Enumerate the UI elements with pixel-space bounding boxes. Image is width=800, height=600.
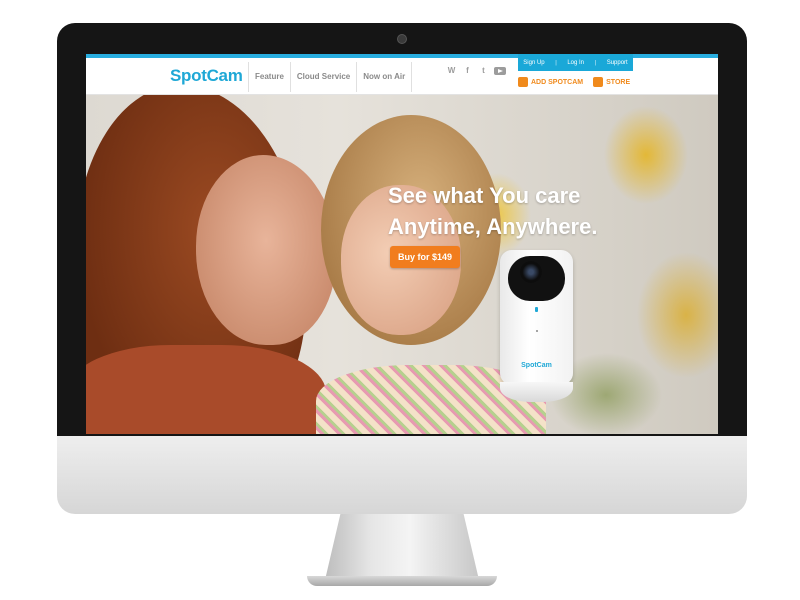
twitter-icon[interactable]: t [478,65,489,76]
weibo-icon[interactable]: W [446,65,457,76]
account-bar: Sign Up | Log In | Support [518,54,633,71]
separator: | [594,59,597,66]
youtube-icon[interactable] [494,67,506,75]
hero-headline: See what You care Anytime, Anywhere. [388,180,597,242]
webcam-icon [397,34,407,44]
hero-banner: See what You care Anytime, Anywhere. Buy… [86,95,718,434]
social-links: W f t [446,65,506,76]
monitor-chin [57,436,747,514]
log-in-link[interactable]: Log In [567,60,584,66]
imac-monitor: SpotCam Feature Cloud Service Now on Air… [57,23,747,586]
add-spotcam-label: ADD SPOTCAM [531,78,584,86]
facebook-icon[interactable]: f [462,65,473,76]
store-icon [593,77,604,87]
header-actions: ADD SPOTCAM STORE [518,77,630,87]
monitor-stand [325,514,479,580]
camera-sensor-icon [536,330,538,332]
main-nav: Feature Cloud Service Now on Air [248,62,413,92]
buy-button[interactable]: Buy for $149 [390,246,460,268]
spotcam-product-image: SpotCam [500,250,573,385]
headline-line-1: See what You care [388,183,581,208]
nav-item-now-on-air[interactable]: Now on Air [356,62,413,92]
add-camera-icon [518,77,528,87]
hero-photo-mother-shirt [86,345,326,434]
camera-brand-label: SpotCam [521,362,552,369]
store-label: STORE [606,78,631,86]
camera-lens-icon [520,261,542,283]
spotcam-logo[interactable]: SpotCam [170,66,243,86]
headline-line-2: Anytime, Anywhere. [388,214,598,239]
nav-item-feature[interactable]: Feature [248,62,290,92]
sign-up-link[interactable]: Sign Up [523,60,544,66]
website-screen: SpotCam Feature Cloud Service Now on Air… [86,54,718,434]
camera-stand [500,382,573,402]
support-link[interactable]: Support [607,60,628,66]
camera-led-icon [535,307,538,312]
monitor-bezel: SpotCam Feature Cloud Service Now on Air… [57,23,747,436]
hero-photo-mother-face [196,155,336,345]
monitor-stand-base [307,576,497,586]
separator: | [555,59,557,66]
store-button[interactable]: STORE [593,77,630,87]
nav-item-cloud-service[interactable]: Cloud Service [289,62,356,92]
site-header: SpotCam Feature Cloud Service Now on Air… [86,54,718,95]
add-spotcam-button[interactable]: ADD SPOTCAM [518,77,583,87]
